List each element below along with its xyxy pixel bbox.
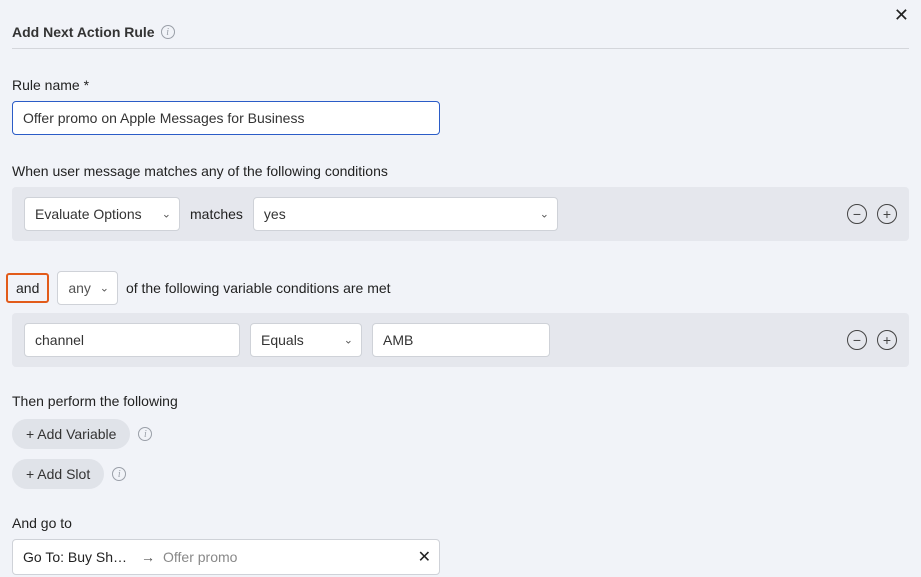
chevron-down-icon: ⌄ [100, 282, 109, 295]
variable-condition-row: Equals ⌄ − + [12, 313, 909, 367]
logic-and-token: and [6, 273, 49, 303]
rule-name-label: Rule name * [12, 77, 909, 93]
dialog-header: Add Next Action Rule i [12, 24, 909, 49]
chevron-down-icon: ⌄ [162, 208, 171, 221]
message-conditions-label: When user message matches any of the fol… [12, 163, 909, 179]
variable-operator-value: Equals [261, 332, 304, 348]
rule-name-input[interactable] [12, 101, 440, 135]
info-icon[interactable]: i [112, 467, 126, 481]
add-slot-button[interactable]: + Add Slot [12, 459, 104, 489]
chevron-down-icon: ⌄ [344, 334, 353, 347]
variable-name-input[interactable] [24, 323, 240, 357]
goto-label: And go to [12, 515, 909, 531]
add-condition-icon[interactable]: + [877, 204, 897, 224]
variable-operator-select[interactable]: Equals ⌄ [250, 323, 362, 357]
logic-row: and any ⌄ of the following variable cond… [12, 271, 909, 305]
info-icon[interactable]: i [161, 25, 175, 39]
condition-field-select[interactable]: Evaluate Options ⌄ [24, 197, 180, 231]
info-icon[interactable]: i [138, 427, 152, 441]
message-condition-row: Evaluate Options ⌄ matches yes ⌄ − + [12, 187, 909, 241]
condition-value-text: yes [264, 206, 286, 222]
logic-any-select[interactable]: any ⌄ [57, 271, 118, 305]
variable-value-input[interactable] [372, 323, 550, 357]
goto-select[interactable]: Go To: Buy Sho… → Offer promo ✕ [12, 539, 440, 575]
logic-suffix-label: of the following variable conditions are… [126, 280, 391, 296]
close-icon[interactable]: ✕ [894, 6, 909, 24]
clear-goto-icon[interactable]: ✕ [418, 547, 431, 567]
remove-condition-icon[interactable]: − [847, 204, 867, 224]
then-label: Then perform the following [12, 393, 909, 409]
condition-relation-label: matches [190, 206, 243, 222]
remove-variable-condition-icon[interactable]: − [847, 330, 867, 350]
goto-prefix-text: Go To: Buy Sho… [23, 549, 133, 565]
chevron-down-icon: ⌄ [540, 208, 549, 221]
arrow-right-icon: → [141, 549, 155, 565]
add-variable-button[interactable]: + Add Variable [12, 419, 130, 449]
add-variable-condition-icon[interactable]: + [877, 330, 897, 350]
dialog-title: Add Next Action Rule [12, 24, 155, 40]
goto-value-text: Offer promo [163, 549, 410, 565]
logic-any-value: any [68, 280, 91, 296]
condition-field-value: Evaluate Options [35, 206, 142, 222]
condition-value-select[interactable]: yes ⌄ [253, 197, 558, 231]
